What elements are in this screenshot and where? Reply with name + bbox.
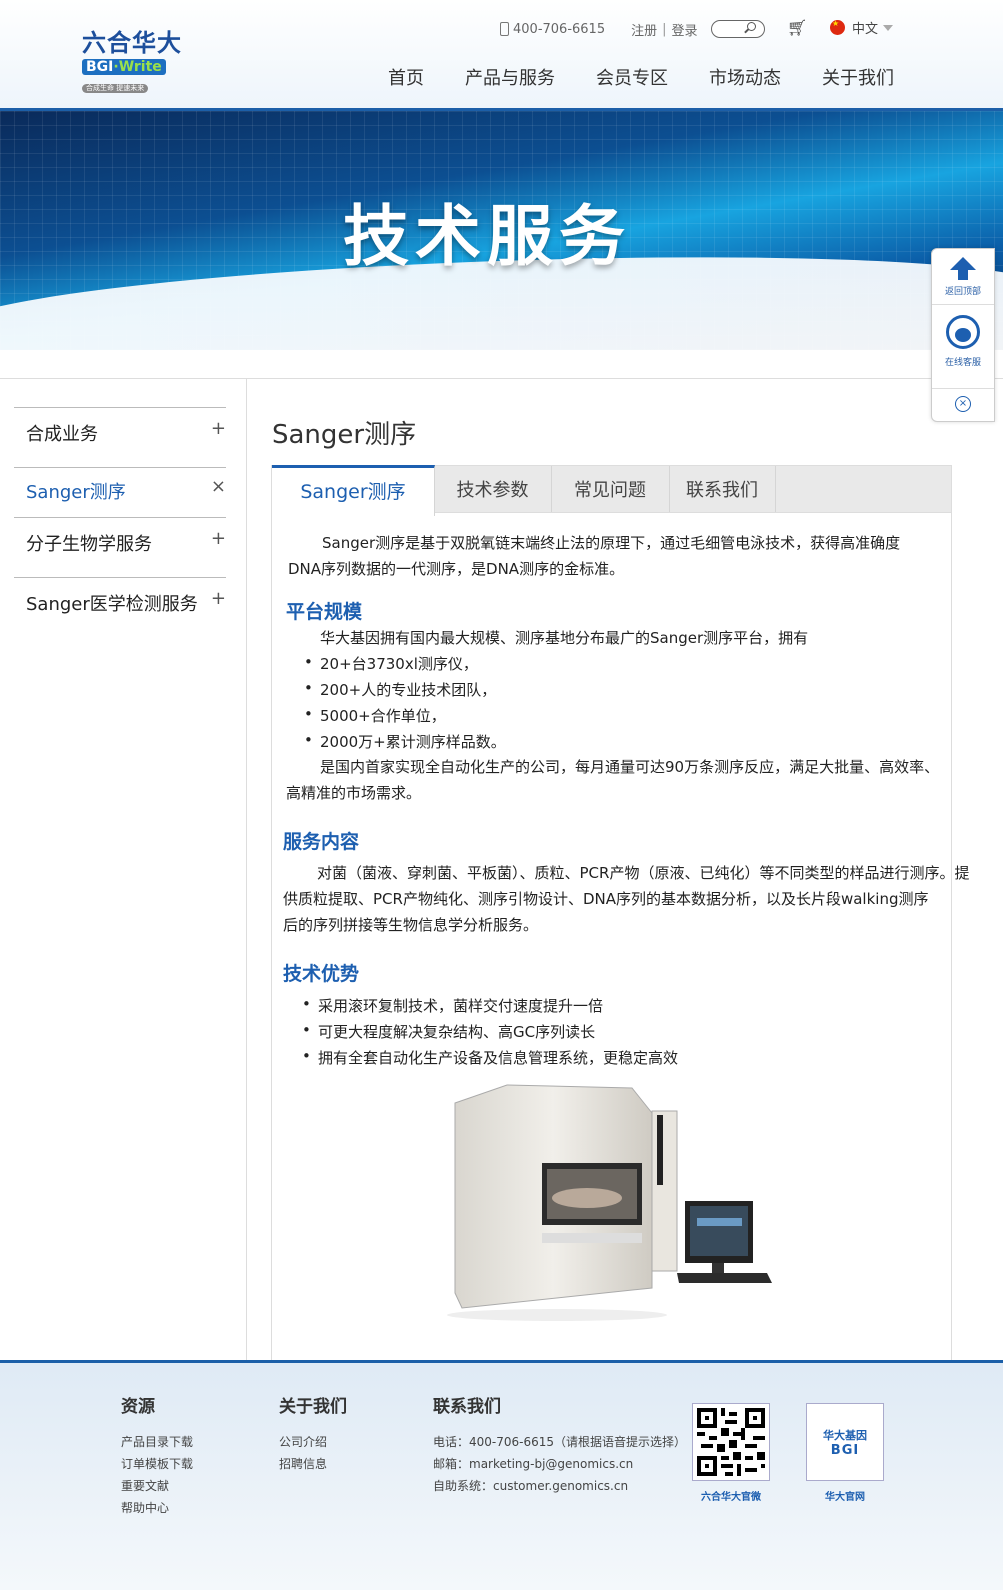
bgi-logo-en: BGI [830, 1442, 860, 1458]
list-item: 200+人的专业技术团队， [304, 679, 496, 700]
sidebar-item-label: Sanger医学检测服务 [26, 594, 198, 615]
register-link[interactable]: 注册 [631, 20, 657, 39]
plus-icon[interactable]: + [211, 418, 226, 439]
chevron-down-icon [883, 24, 894, 31]
tab-faq[interactable]: 常见问题 [551, 466, 670, 512]
main-nav: 首页 产品与服务 会员专区 市场动态 关于我们 [388, 64, 894, 90]
nav-members[interactable]: 会员专区 [596, 64, 668, 90]
footer-link[interactable]: 订单模板下载 [121, 1453, 193, 1475]
sidebar-item-molecular-biology[interactable]: 分子生物学服务 + [14, 517, 226, 578]
footer-link[interactable]: 招聘信息 [279, 1453, 347, 1475]
qr-caption: 六合华大官微 [701, 1492, 761, 1503]
official-site-qr: 华大基因 BGI [806, 1403, 884, 1481]
platform-lead: 华大基因拥有国内最大规模、测序基地分布最广的Sanger测序平台，拥有 [320, 629, 809, 647]
qr-caption: 华大官网 [825, 1492, 865, 1503]
top-bar: 400-706-6615 注册 | 登录 [500, 18, 698, 40]
footer-resources: 资源 产品目录下载 订单模板下载 重要文献 帮助中心 [121, 1392, 193, 1519]
back-to-top-button[interactable]: 返回顶部 [932, 249, 994, 305]
list-item: 可更大程度解决复杂结构、高GC序列读长 [302, 1021, 595, 1042]
close-toolbar-button[interactable]: × [932, 389, 994, 419]
tab-contact[interactable]: 联系我们 [669, 466, 776, 512]
phone-number: 400-706-6615 [513, 21, 606, 37]
sidebar-item-label: 分子生物学服务 [26, 534, 152, 555]
platform-tail: 是国内首家实现全自动化生产的公司，每月通量可达90万条测序反应，满足大批量、高效… [320, 758, 940, 776]
nav-products-services[interactable]: 产品与服务 [465, 64, 555, 90]
nav-home[interactable]: 首页 [388, 64, 424, 90]
footer-link[interactable]: 帮助中心 [121, 1497, 193, 1519]
footer-link[interactable]: 重要文献 [121, 1475, 193, 1497]
section-heading-advantage: 技术优势 [283, 963, 360, 985]
platform-tail: 高精准的市场需求。 [286, 784, 422, 802]
hero-banner: 技术服务 [0, 111, 1003, 350]
footer-link[interactable]: 产品目录下载 [121, 1431, 193, 1453]
contact-email[interactable]: 邮箱：marketing-bj@genomics.cn [433, 1453, 686, 1475]
service-text: 对菌（菌液、穿刺菌、平板菌）、质粒、PCR产物（原液、已纯化）等不同类型的样品进… [317, 864, 970, 882]
sidebar-item-synthesis[interactable]: 合成业务 + [14, 407, 226, 468]
back-to-top-label: 返回顶部 [944, 287, 981, 297]
tab-bar: Sanger测序 技术参数 常见问题 联系我们 [271, 465, 952, 516]
section-heading-platform: 平台规模 [286, 601, 363, 623]
sidebar: 合成业务 + Sanger测序 × 分子生物学服务 + Sanger医学检测服务… [0, 378, 247, 1362]
online-service-label: 在线客服 [944, 358, 981, 368]
language-label: 中文 [852, 22, 879, 37]
close-icon[interactable]: × [211, 476, 226, 497]
footer-about: 关于我们 公司介绍 招聘信息 [279, 1392, 347, 1475]
service-text: 供质粒提取、PCR产物纯化、测序引物设计、DNA序列的基本数据分析，以及长片段w… [283, 890, 929, 908]
cart-icon[interactable]: 🛒︎ [787, 19, 807, 37]
intro-text: Sanger测序是基于双脱氧链末端终止法的原理下，通过毛细管电泳技术，获得高准确… [322, 534, 901, 552]
sidebar-item-label: Sanger测序 [26, 482, 126, 503]
bgi-logo-cn: 华大基因 [823, 1428, 867, 1442]
footer-heading: 资源 [121, 1397, 155, 1417]
contact-self-service[interactable]: 自助系统：customer.genomics.cn [433, 1475, 686, 1497]
china-flag-icon [830, 19, 845, 35]
online-service-button[interactable]: 在线客服 [932, 305, 994, 389]
footer-heading: 联系我们 [433, 1397, 501, 1417]
site-header: 六合华大 BGI·Write 合成生命 提速未来 400-706-6615 注册… [0, 0, 1003, 111]
contact-phone: 电话：400-706-6615（请根据语音提示选择） [433, 1435, 687, 1449]
list-item: 拥有全套自动化生产设备及信息管理系统，更稳定高效 [302, 1047, 678, 1068]
intro-text: DNA序列数据的一代测序，是DNA测序的金标准。 [288, 560, 625, 578]
sequencer-machine-image [447, 1084, 772, 1321]
list-item: 5000+合作单位， [304, 705, 446, 726]
site-logo[interactable]: 六合华大 BGI·Write 合成生命 提速未来 [82, 29, 192, 93]
banner-spacer [0, 350, 1003, 379]
phone-icon [500, 22, 509, 36]
plus-icon[interactable]: + [211, 588, 226, 609]
tab-tech-params[interactable]: 技术参数 [434, 466, 552, 512]
search-input[interactable] [711, 20, 765, 38]
sidebar-item-sanger-medical[interactable]: Sanger医学检测服务 + [14, 577, 226, 638]
floating-toolbar: 返回顶部 在线客服 × [931, 248, 995, 422]
plus-icon[interactable]: + [211, 528, 226, 549]
sidebar-item-label: 合成业务 [26, 424, 98, 445]
footer-heading: 关于我们 [279, 1397, 347, 1417]
customer-service-icon [946, 315, 980, 349]
logo-tagline: 合成生命 提速未来 [82, 84, 149, 93]
search-icon[interactable] [747, 22, 756, 31]
qr-code-icon [697, 1408, 765, 1476]
language-selector[interactable]: 中文 [830, 18, 894, 37]
service-text: 后的序列拼接等生物信息学分析服务。 [283, 916, 539, 934]
list-item: 2000万+累计测序样品数。 [304, 731, 506, 752]
list-item: 采用滚环复制技术，菌样交付速度提升一倍 [302, 995, 603, 1016]
close-icon: × [955, 396, 971, 412]
banner-title: 技术服务 [343, 198, 631, 275]
footer-contact: 联系我们 电话：400-706-6615（请根据语音提示选择） 邮箱：marke… [433, 1392, 686, 1497]
list-item: 20+台3730xl测序仪， [304, 653, 478, 674]
nav-market-news[interactable]: 市场动态 [709, 64, 781, 90]
tab-sanger[interactable]: Sanger测序 [272, 465, 435, 516]
section-heading-service: 服务内容 [283, 831, 360, 853]
logo-english: BGI·Write [82, 59, 166, 75]
arrow-up-stem [958, 270, 968, 280]
logo-chinese: 六合华大 [82, 29, 182, 57]
login-link[interactable]: 登录 [672, 20, 698, 39]
arrow-up-icon [950, 257, 976, 270]
divider: | [662, 21, 667, 37]
wechat-qr-code [692, 1403, 770, 1481]
footer-link[interactable]: 公司介绍 [279, 1431, 347, 1453]
sidebar-item-sanger[interactable]: Sanger测序 × [14, 467, 226, 518]
page-title: Sanger测序 [272, 420, 417, 450]
nav-about-us[interactable]: 关于我们 [822, 64, 894, 90]
